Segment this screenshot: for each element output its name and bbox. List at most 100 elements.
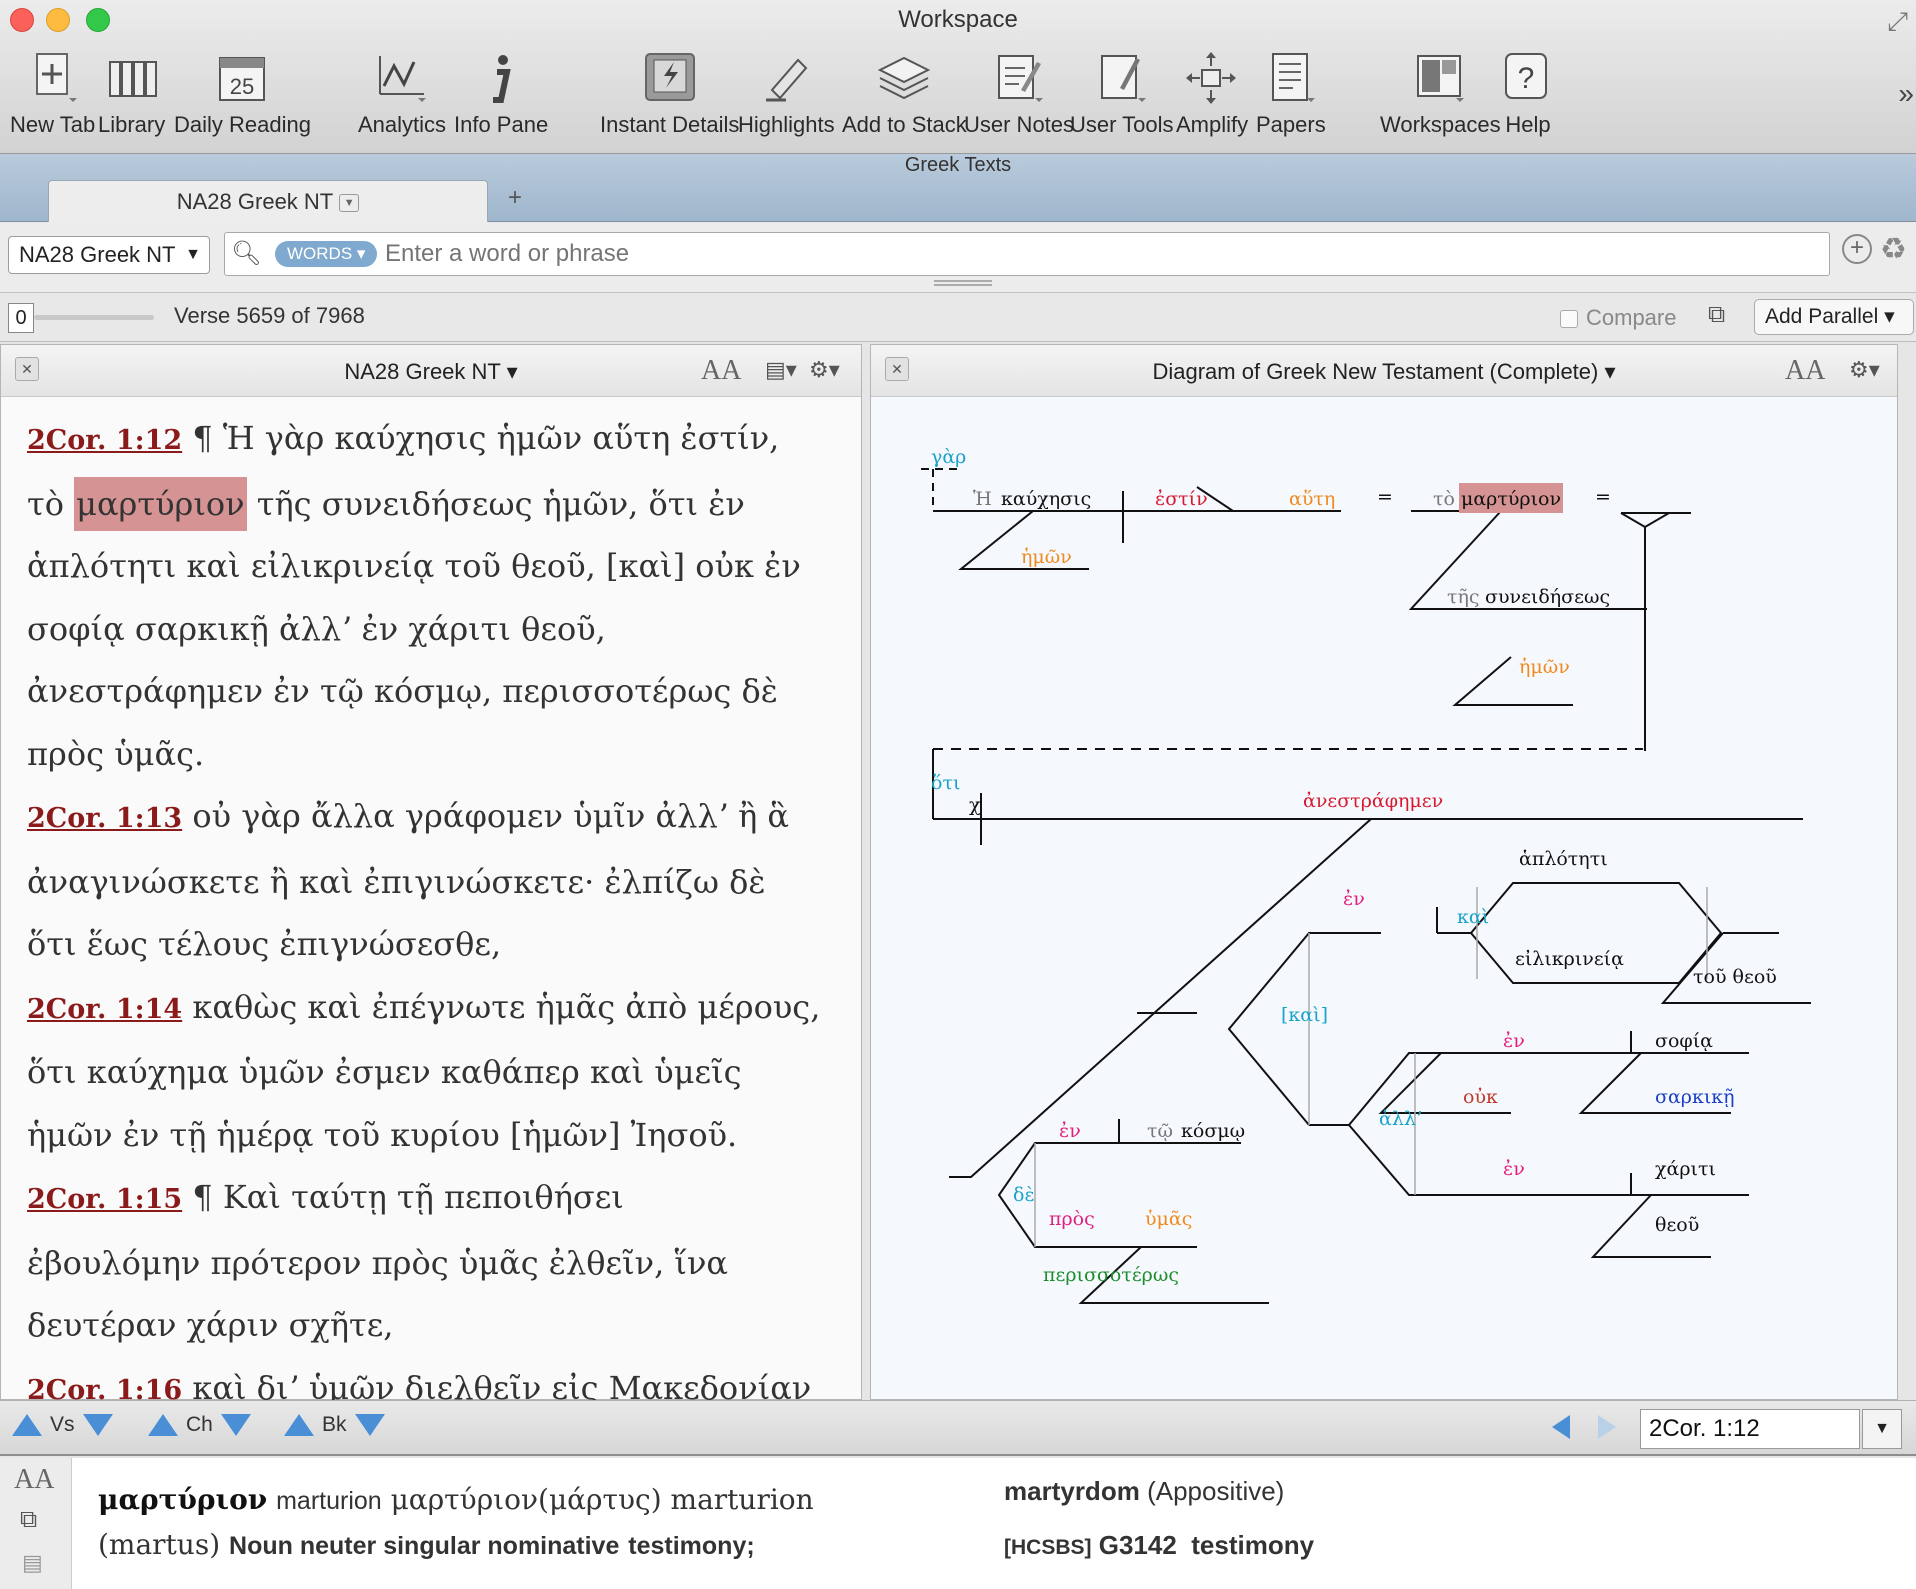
info-strongs[interactable]: G3142 — [1099, 1530, 1177, 1560]
resource-select[interactable]: NA28 Greek NT ▼ — [8, 236, 210, 274]
add-search-icon[interactable]: + — [1842, 234, 1872, 264]
diagram-word[interactable]: ὑμᾶς — [1145, 1208, 1192, 1230]
pane-title[interactable]: Diagram of Greek New Testament (Complete… — [871, 359, 1897, 385]
toolbar-analytics[interactable]: Analytics — [358, 50, 446, 138]
resize-grip[interactable] — [934, 280, 992, 286]
toolbar-workspaces[interactable]: Workspaces — [1380, 50, 1501, 138]
gear-icon[interactable]: ⚙▾ — [1849, 357, 1880, 383]
diagram-word[interactable]: δὲ — [1013, 1184, 1035, 1206]
diagram-word[interactable]: θεοῦ — [1655, 1214, 1699, 1236]
parallel-icon[interactable]: ⧉ — [1708, 301, 1725, 329]
diagram-word[interactable]: [καὶ] — [1281, 1004, 1328, 1026]
diagram-word[interactable]: τοῦ θεοῦ — [1693, 966, 1777, 988]
diagram-word[interactable]: ἀνεστράφημεν — [1303, 790, 1443, 812]
verse-slider[interactable] — [34, 315, 154, 320]
gear-icon[interactable]: ⚙▾ — [809, 357, 840, 383]
font-size-icon[interactable]: AA — [701, 355, 741, 387]
selected-word[interactable]: μαρτύριον — [74, 476, 247, 531]
highlighter-icon — [766, 58, 808, 102]
toolbar-help[interactable]: ? Help — [1500, 50, 1556, 138]
font-size-icon[interactable]: AA — [14, 1464, 54, 1496]
diagram-word[interactable]: εἰλικρινείᾳ — [1515, 948, 1624, 970]
diagram-word[interactable]: αὕτη — [1289, 488, 1335, 510]
info-lemma[interactable]: μαρτύριον — [391, 1483, 538, 1516]
diagram-word[interactable]: γὰρ — [931, 446, 966, 468]
diagram-word[interactable]: καύχησις — [1001, 488, 1091, 510]
diagram-word[interactable]: χάριτι — [1655, 1158, 1716, 1180]
bible-text[interactable]: 2Cor. 1:12 ¶ Ἡ γὰρ καύχησις ἡμῶν αὕτη ἐσ… — [27, 407, 847, 1422]
toolbar-user-tools[interactable]: User Tools — [1070, 50, 1174, 138]
diagram-word[interactable]: πρὸς — [1049, 1208, 1095, 1230]
fullscreen-icon[interactable]: ⤢ — [1887, 6, 1908, 38]
toolbar-user-notes[interactable]: User Notes — [964, 50, 1074, 138]
diagram-word[interactable]: μαρτύριον — [1461, 488, 1561, 510]
diagram-word[interactable]: σοφίᾳ — [1655, 1030, 1713, 1052]
search-icon[interactable]: 🔍︎ — [231, 239, 261, 268]
diagram-word[interactable]: τῷ — [1147, 1120, 1173, 1142]
clipboard-icon[interactable]: ▤ — [22, 1550, 43, 1576]
chevron-down-icon[interactable]: ▼ — [1862, 1409, 1902, 1449]
sentence-diagram: γὰρ Ἡ καύχησις ἐστίν αὕτη = τὸ μαρτύριον… — [921, 446, 1811, 1304]
previous-verse-icon[interactable] — [12, 1414, 42, 1436]
diagram-word[interactable]: σαρκικῇ — [1655, 1086, 1735, 1108]
add-tab-icon[interactable]: + — [508, 184, 522, 212]
diagram-word[interactable]: ἐν — [1503, 1158, 1525, 1180]
search-input[interactable] — [385, 238, 1785, 270]
verse-ref-link[interactable]: 2Cor. 1:15 — [27, 1184, 182, 1215]
verse-slider-value[interactable]: 0 — [8, 303, 34, 333]
previous-book-icon[interactable] — [284, 1414, 314, 1436]
diagram-word[interactable]: ἁπλότητι — [1519, 848, 1608, 870]
diagram-word[interactable]: κόσμῳ — [1181, 1120, 1245, 1142]
info-lemma-root[interactable]: (μάρτυς) — [538, 1483, 662, 1516]
diagram-word[interactable]: χ — [969, 794, 981, 816]
compare-checkbox[interactable]: Compare — [1560, 305, 1676, 331]
toolbar-papers[interactable]: Papers — [1256, 50, 1326, 138]
diagram-word[interactable]: καὶ — [1457, 906, 1489, 928]
resource-label: NA28 Greek NT — [19, 242, 176, 267]
next-chapter-icon[interactable] — [220, 1414, 251, 1436]
reference-field[interactable]: 2Cor. 1:12 — [1640, 1409, 1860, 1449]
diagram-word[interactable]: περισσοτέρως — [1043, 1264, 1179, 1286]
tab-na28[interactable]: NA28 Greek NT ▼ — [48, 180, 488, 224]
diagram-word[interactable]: ἐν — [1503, 1030, 1525, 1052]
history-back-icon[interactable] — [1552, 1415, 1570, 1439]
search-field[interactable]: 🔍︎ WORDS ▾ — [224, 232, 1830, 276]
diagram-word[interactable]: ἐστίν — [1155, 488, 1208, 510]
font-size-icon[interactable]: AA — [1785, 355, 1825, 387]
list-menu-icon[interactable]: ▤▾ — [765, 357, 797, 383]
diagram-word[interactable]: ὅτι — [931, 772, 960, 794]
previous-chapter-icon[interactable] — [148, 1414, 178, 1436]
diagram-word[interactable]: τῆς — [1447, 586, 1480, 608]
toolbar-info-pane[interactable]: Info Pane — [454, 50, 548, 138]
diagram-word[interactable]: ἀλλʼ — [1379, 1108, 1422, 1130]
diagram-word[interactable]: ἡμῶν — [1519, 656, 1570, 678]
chevron-down-icon[interactable]: ▼ — [339, 194, 360, 213]
toolbar-add-to-stack[interactable]: Add to Stack — [842, 50, 967, 138]
toolbar-amplify[interactable]: Amplify — [1176, 50, 1248, 138]
diagram-word[interactable]: Ἡ — [973, 488, 992, 510]
diagram-word[interactable]: ἐν — [1059, 1120, 1081, 1142]
diagram-word[interactable]: συνειδήσεως — [1485, 586, 1610, 608]
search-mode-pill[interactable]: WORDS ▾ — [275, 241, 378, 267]
next-verse-icon[interactable] — [82, 1414, 113, 1436]
toolbar-new-tab[interactable]: New Tab — [10, 50, 95, 138]
toolbar-highlights[interactable]: Highlights — [738, 50, 835, 138]
toolbar-instant-details[interactable]: Instant Details — [600, 50, 739, 138]
diagram-word[interactable]: ἐν — [1343, 888, 1365, 910]
diagram-word[interactable]: τὸ — [1433, 488, 1455, 510]
toolbar-overflow-icon[interactable]: » — [1898, 78, 1914, 110]
verse-ref-link[interactable]: 2Cor. 1:12 — [27, 425, 182, 456]
parallel-icon[interactable]: ⧉ — [20, 1506, 37, 1534]
toolbar-library[interactable]: Library — [98, 50, 165, 138]
info-sense[interactable]: martyrdom — [1004, 1476, 1140, 1506]
diagram-word[interactable]: ἡμῶν — [1021, 546, 1072, 568]
recycle-icon[interactable]: ♻ — [1880, 232, 1907, 267]
verse-ref-link[interactable]: 2Cor. 1:14 — [27, 994, 182, 1025]
add-parallel-button[interactable]: Add Parallel ▾ — [1754, 299, 1914, 335]
next-book-icon[interactable] — [354, 1414, 385, 1436]
toolbar-daily-reading[interactable]: 25 Daily Reading — [174, 50, 311, 138]
history-forward-icon[interactable] — [1598, 1415, 1616, 1439]
verse-ref-link[interactable]: 2Cor. 1:13 — [27, 803, 182, 834]
tab-label: NA28 Greek NT — [176, 189, 334, 214]
diagram-word[interactable]: οὐκ — [1463, 1086, 1498, 1108]
